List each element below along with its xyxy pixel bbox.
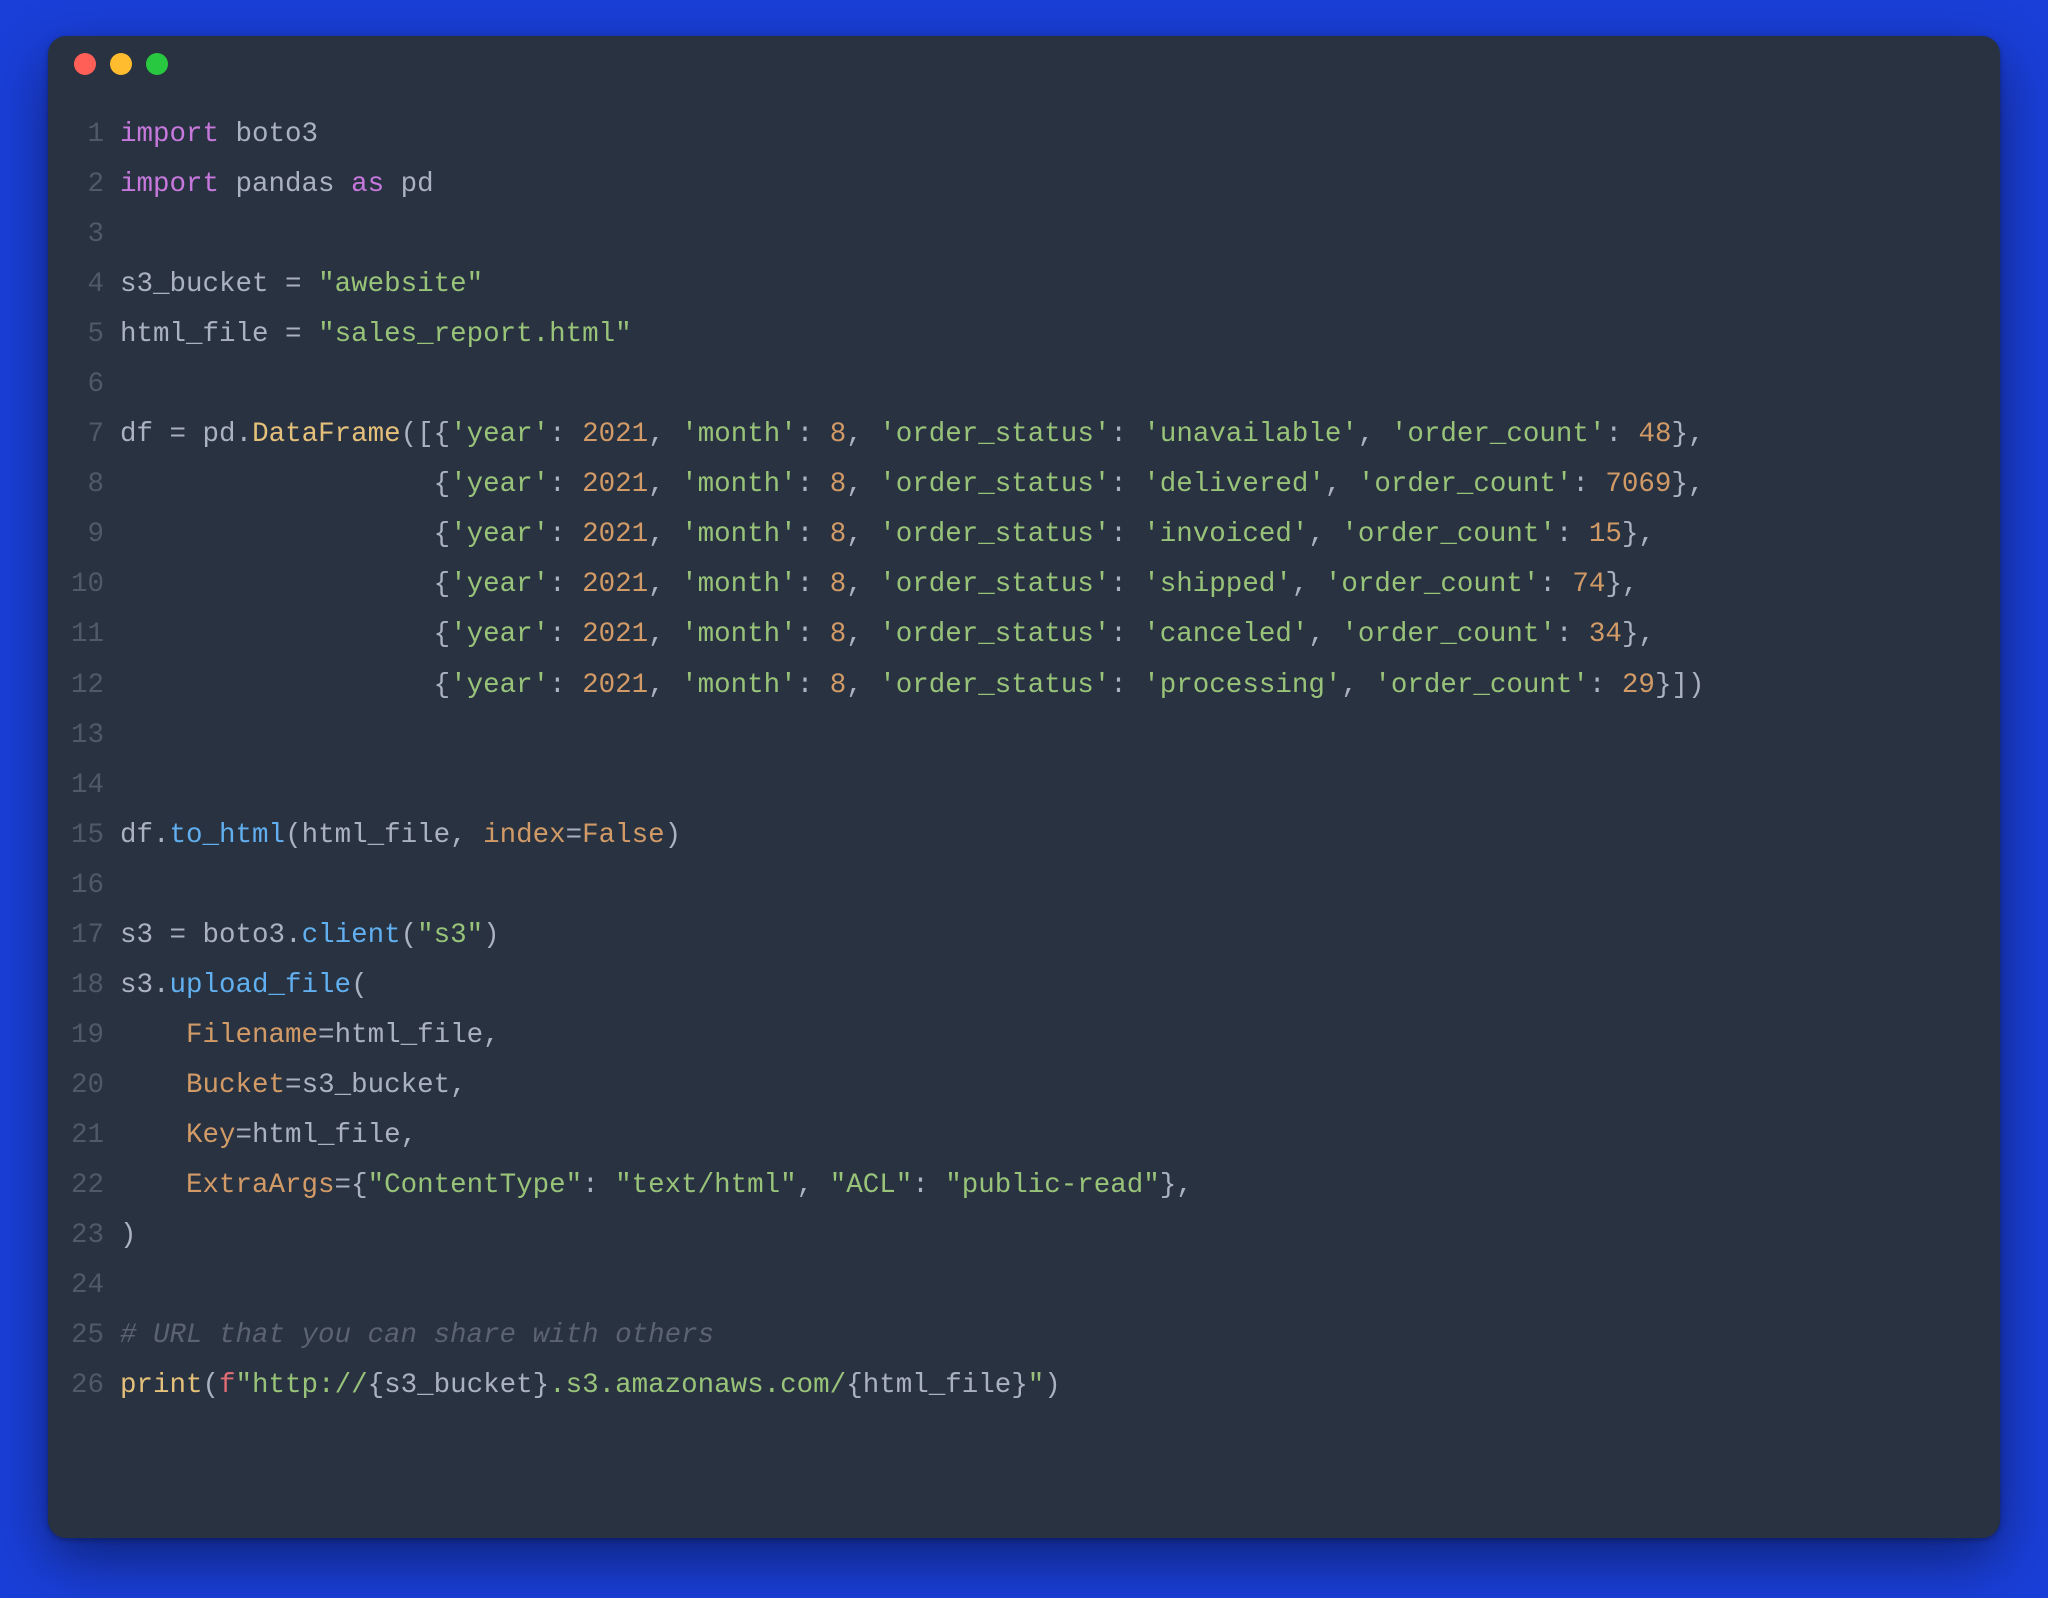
- code-content[interactable]: [120, 210, 1970, 260]
- code-line: 11 {'year': 2021, 'month': 8, 'order_sta…: [68, 610, 1970, 660]
- line-number: 11: [68, 610, 120, 660]
- code-content[interactable]: [120, 711, 1970, 761]
- code-content[interactable]: s3.upload_file(: [120, 961, 1970, 1011]
- line-number: 24: [68, 1261, 120, 1311]
- line-number: 10: [68, 560, 120, 610]
- code-line: 7df = pd.DataFrame([{'year': 2021, 'mont…: [68, 410, 1970, 460]
- code-content[interactable]: [120, 861, 1970, 911]
- code-line: 13: [68, 711, 1970, 761]
- line-number: 9: [68, 510, 120, 560]
- code-line: 4s3_bucket = "awebsite": [68, 260, 1970, 310]
- line-number: 25: [68, 1311, 120, 1361]
- code-line: 22 ExtraArgs={"ContentType": "text/html"…: [68, 1161, 1970, 1211]
- line-number: 16: [68, 861, 120, 911]
- code-content[interactable]: print(f"http://{s3_bucket}.s3.amazonaws.…: [120, 1361, 1970, 1411]
- code-line: 21 Key=html_file,: [68, 1111, 1970, 1161]
- code-content[interactable]: df = pd.DataFrame([{'year': 2021, 'month…: [120, 410, 1970, 460]
- line-number: 4: [68, 260, 120, 310]
- line-number: 3: [68, 210, 120, 260]
- line-number: 23: [68, 1211, 120, 1261]
- code-content[interactable]: {'year': 2021, 'month': 8, 'order_status…: [120, 460, 1970, 510]
- code-line: 18s3.upload_file(: [68, 961, 1970, 1011]
- line-number: 12: [68, 661, 120, 711]
- line-number: 8: [68, 460, 120, 510]
- code-line: 23): [68, 1211, 1970, 1261]
- line-number: 1: [68, 110, 120, 160]
- line-number: 14: [68, 761, 120, 811]
- code-line: 6: [68, 360, 1970, 410]
- code-line: 9 {'year': 2021, 'month': 8, 'order_stat…: [68, 510, 1970, 560]
- zoom-icon[interactable]: [146, 53, 168, 75]
- code-line: 3: [68, 210, 1970, 260]
- code-content[interactable]: df.to_html(html_file, index=False): [120, 811, 1970, 861]
- code-editor[interactable]: 1import boto32import pandas as pd3 4s3_b…: [48, 92, 2000, 1538]
- code-line: 14: [68, 761, 1970, 811]
- code-content[interactable]: [120, 761, 1970, 811]
- code-line: 15df.to_html(html_file, index=False): [68, 811, 1970, 861]
- code-line: 5html_file = "sales_report.html": [68, 310, 1970, 360]
- code-content[interactable]: {'year': 2021, 'month': 8, 'order_status…: [120, 510, 1970, 560]
- code-content[interactable]: # URL that you can share with others: [120, 1311, 1970, 1361]
- code-line: 26print(f"http://{s3_bucket}.s3.amazonaw…: [68, 1361, 1970, 1411]
- line-number: 13: [68, 711, 120, 761]
- code-line: 12 {'year': 2021, 'month': 8, 'order_sta…: [68, 661, 1970, 711]
- line-number: 2: [68, 160, 120, 210]
- line-number: 15: [68, 811, 120, 861]
- code-content[interactable]: ExtraArgs={"ContentType": "text/html", "…: [120, 1161, 1970, 1211]
- line-number: 19: [68, 1011, 120, 1061]
- code-content[interactable]: s3_bucket = "awebsite": [120, 260, 1970, 310]
- code-content[interactable]: html_file = "sales_report.html": [120, 310, 1970, 360]
- code-content[interactable]: import pandas as pd: [120, 160, 1970, 210]
- line-number: 21: [68, 1111, 120, 1161]
- code-content[interactable]: ): [120, 1211, 1970, 1261]
- line-number: 22: [68, 1161, 120, 1211]
- code-content[interactable]: {'year': 2021, 'month': 8, 'order_status…: [120, 610, 1970, 660]
- code-line: 20 Bucket=s3_bucket,: [68, 1061, 1970, 1111]
- code-content[interactable]: Filename=html_file,: [120, 1011, 1970, 1061]
- line-number: 20: [68, 1061, 120, 1111]
- code-content[interactable]: {'year': 2021, 'month': 8, 'order_status…: [120, 560, 1970, 610]
- code-window: 1import boto32import pandas as pd3 4s3_b…: [48, 36, 2000, 1538]
- code-line: 2import pandas as pd: [68, 160, 1970, 210]
- line-number: 18: [68, 961, 120, 1011]
- line-number: 6: [68, 360, 120, 410]
- line-number: 17: [68, 911, 120, 961]
- code-content[interactable]: [120, 1261, 1970, 1311]
- code-line: 24: [68, 1261, 1970, 1311]
- close-icon[interactable]: [74, 53, 96, 75]
- code-content[interactable]: Bucket=s3_bucket,: [120, 1061, 1970, 1111]
- code-content[interactable]: s3 = boto3.client("s3"): [120, 911, 1970, 961]
- code-line: 1import boto3: [68, 110, 1970, 160]
- code-line: 10 {'year': 2021, 'month': 8, 'order_sta…: [68, 560, 1970, 610]
- code-content[interactable]: [120, 360, 1970, 410]
- minimize-icon[interactable]: [110, 53, 132, 75]
- code-line: 19 Filename=html_file,: [68, 1011, 1970, 1061]
- code-line: 25# URL that you can share with others: [68, 1311, 1970, 1361]
- code-content[interactable]: {'year': 2021, 'month': 8, 'order_status…: [120, 661, 1970, 711]
- code-content[interactable]: Key=html_file,: [120, 1111, 1970, 1161]
- line-number: 5: [68, 310, 120, 360]
- line-number: 26: [68, 1361, 120, 1411]
- line-number: 7: [68, 410, 120, 460]
- code-line: 17s3 = boto3.client("s3"): [68, 911, 1970, 961]
- code-content[interactable]: import boto3: [120, 110, 1970, 160]
- titlebar: [48, 36, 2000, 92]
- code-line: 16: [68, 861, 1970, 911]
- code-line: 8 {'year': 2021, 'month': 8, 'order_stat…: [68, 460, 1970, 510]
